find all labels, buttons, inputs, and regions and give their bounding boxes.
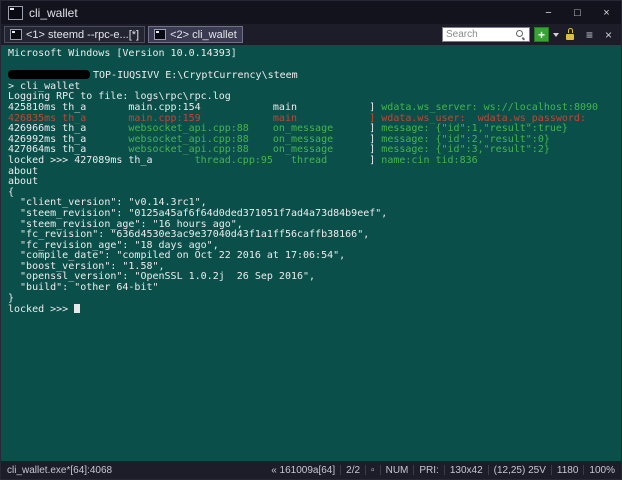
console-line: Microsoft Windows [Version 10.0.14393]: [8, 48, 621, 60]
console-text: name:cin tid:836: [381, 154, 478, 166]
console-text: 426992ms th_a: [8, 133, 129, 145]
console-line: "build": "other 64-bit": [8, 282, 621, 294]
console-line: about: [8, 165, 621, 178]
status-priority: PRI:: [419, 464, 439, 476]
console-tab-icon: [154, 29, 167, 40]
statusbar-separator: [340, 465, 342, 475]
console-output[interactable]: Microsoft Windows [Version 10.0.14393] TO…: [1, 45, 621, 461]
minimize-button[interactable]: −: [534, 1, 563, 24]
console-tab-icon: [10, 29, 22, 40]
tab-2-cli-wallet[interactable]: <2> cli_wallet: [148, 26, 243, 43]
console-text: "boost_version": "1.58",: [8, 260, 165, 272]
console-text: ]: [369, 133, 382, 145]
lock-button[interactable]: [563, 27, 578, 42]
console-app-icon: [8, 5, 23, 20]
tab-1-steemd[interactable]: <1> steemd --rpc-e...[*]: [4, 26, 146, 43]
console-text: websocket_api.cpp:88 on_message: [128, 133, 370, 145]
text-cursor: [74, 304, 81, 314]
tabbar-controls: + ≡ ×: [442, 27, 618, 42]
console-text: 426966ms th_a: [8, 123, 129, 135]
console-line: }: [8, 292, 621, 305]
console-text: 427064ms th_a: [8, 144, 129, 156]
close-button[interactable]: ×: [592, 1, 621, 24]
statusbar-separator: [550, 465, 552, 475]
console-line: locked >>> 427089ms th_a thread.cpp:95 t…: [8, 154, 621, 167]
statusbar-separator: [413, 465, 415, 475]
tab-bar: <1> steemd --rpc-e...[*] <2> cli_wallet +…: [1, 24, 621, 45]
status-buffer-height: 1180: [556, 464, 579, 476]
status-console-flag: ▫: [371, 464, 375, 476]
console-text: Logging RPC to file: logs\rpc\rpc.log: [8, 91, 231, 103]
status-cursor-pos: (12,25) 25V: [493, 464, 546, 476]
status-version: « 161009a[64]: [271, 464, 336, 476]
console-text: message: {"id":2,"result":0}: [381, 133, 550, 145]
tab-label: <2> cli_wallet: [170, 28, 237, 41]
console-text: ]: [369, 144, 382, 156]
statusbar-separator: [487, 465, 489, 475]
close-tabbar-button[interactable]: ×: [601, 27, 616, 42]
console-line: TOP-IUQSIVV E:\CryptCurrency\steem: [8, 70, 621, 82]
console-text: locked >>> 427089ms th_a: [8, 154, 195, 166]
status-bar: cli_wallet.exe*[64]:4068 « 161009a[64] 2/…: [1, 461, 621, 479]
titlebar[interactable]: cli_wallet − □ ×: [1, 1, 621, 24]
console-text: }: [8, 292, 15, 304]
new-console-button[interactable]: +: [534, 27, 549, 42]
redaction-blob: [8, 70, 90, 80]
console-text: wdata.ws_server: ws://localhost:8090: [381, 101, 599, 113]
console-text: thread.cpp:95 thread: [194, 154, 370, 166]
console-text: ]: [369, 123, 382, 135]
search-input[interactable]: [446, 29, 516, 40]
statusbar-items: « 161009a[64] 2/2 ▫ NUM PRI: 130x42 (12,25) 25…: [271, 465, 615, 476]
new-console-dropdown-icon[interactable]: [553, 32, 559, 37]
statusbar-separator: [365, 465, 367, 475]
statusbar-separator: [379, 465, 381, 475]
statusbar-separator: [583, 465, 585, 475]
tab-strip: <1> steemd --rpc-e...[*] <2> cli_wallet: [4, 26, 243, 43]
menu-button[interactable]: ≡: [582, 27, 597, 42]
maximize-button[interactable]: □: [563, 1, 592, 24]
console-text: message: {"id":3,"result":2}: [381, 144, 550, 156]
console-text: locked >>>: [8, 304, 75, 316]
conemu-window: cli_wallet − □ × <1> steemd --rpc-e...[*] <…: [0, 0, 622, 480]
status-num-lock: NUM: [385, 464, 409, 476]
console-text: "openssl_version": "OpenSSL 1.0.2j 26 Se…: [8, 271, 316, 283]
console-text: "steem_revision": "0125a45af6f64d0ded371…: [8, 207, 388, 219]
tab-label: <1> steemd --rpc-e...[*]: [26, 28, 140, 41]
status-console-size: 130x42: [449, 464, 483, 476]
console-line: locked >>>: [8, 304, 621, 316]
status-zoom: 100%: [589, 464, 615, 476]
console-text: websocket_api.cpp:88 on_message: [128, 123, 370, 135]
console-text: Microsoft Windows [Version 10.0.14393]: [8, 48, 237, 59]
console-text: about: [8, 165, 39, 177]
console-text: 426835ms th_a main.cpp:159 main ] wdata.…: [8, 112, 586, 124]
console-text: "client_version": "v0.14.3rc1",: [8, 197, 207, 209]
console-text: 425810ms th_a main.cpp:154 main: [8, 101, 370, 113]
console-text: ]: [369, 101, 382, 113]
console-text: "build": "other 64-bit": [8, 282, 159, 294]
window-title: cli_wallet: [29, 5, 78, 20]
search-icon[interactable]: [516, 29, 526, 40]
titlebar-buttons: − □ ×: [534, 1, 621, 24]
lock-icon: [565, 28, 576, 41]
console-text: about: [8, 176, 39, 188]
statusbar-separator: [443, 465, 445, 475]
console-text: "compile_date": "compiled on Oct 22 2016…: [8, 250, 346, 262]
console-text: message: {"id":1,"result":true}: [381, 123, 568, 135]
console-line: about: [8, 176, 621, 188]
console-text: {: [8, 186, 15, 198]
console-text: TOP-IUQSIVV E:\CryptCurrency\steem: [93, 70, 298, 82]
console-text: "steem_revision_age": "16 hours ago",: [8, 218, 243, 230]
console-text: "fc_revision_age": "18 days ago",: [8, 239, 219, 251]
console-text: "fc_revision": "636d4530e3ac9e37040d43f1…: [8, 229, 370, 241]
search-box: [442, 27, 530, 42]
status-process: cli_wallet.exe*[64]:4068: [7, 464, 113, 476]
console-text: websocket_api.cpp:88 on_message: [128, 144, 370, 156]
status-tab-index: 2/2: [346, 464, 361, 476]
console-text: ]: [369, 154, 382, 166]
console-text: > cli_wallet: [8, 80, 81, 92]
